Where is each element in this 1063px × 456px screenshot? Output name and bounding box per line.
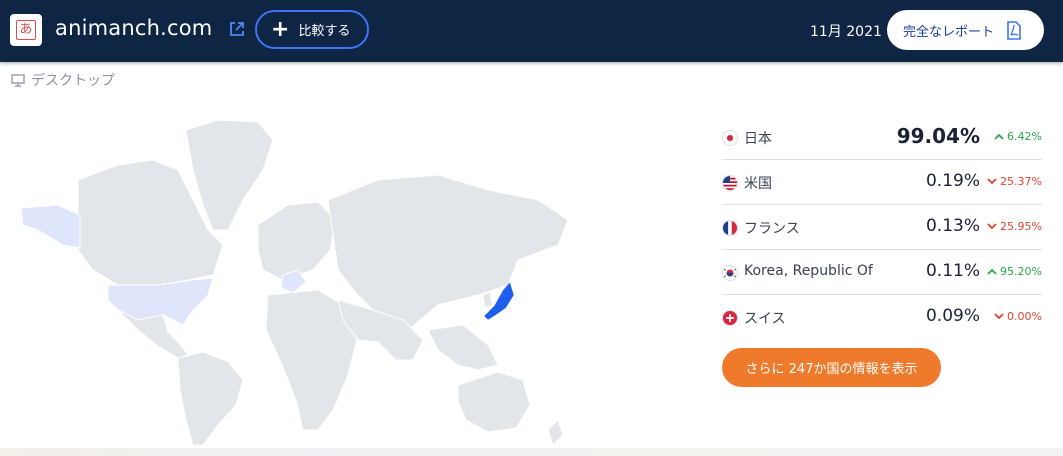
arrow-up-icon <box>987 268 997 275</box>
country-name: 日本 <box>744 131 772 147</box>
arrow-down-icon <box>987 223 997 230</box>
country-change: 25.95% <box>987 220 1042 233</box>
map-korea <box>482 291 493 309</box>
plus-icon: + <box>271 16 290 42</box>
us-flag-icon <box>722 175 738 191</box>
bottom-strip <box>0 448 1063 456</box>
country-share: 0.09% <box>925 306 980 326</box>
france-flag-icon <box>722 220 738 236</box>
show-more-countries-button[interactable]: さらに 247か国の情報を表示 <box>722 348 941 387</box>
map-australia <box>457 371 531 433</box>
country-row-us[interactable]: 米国 0.19% 25.37% <box>722 160 1042 205</box>
arrow-down-icon <box>994 313 1004 320</box>
map-south-america <box>177 351 244 446</box>
map-new-zealand <box>547 419 564 446</box>
map-alaska <box>20 204 81 249</box>
device-filter: デスクトップ <box>11 70 115 90</box>
country-row-korea[interactable]: Korea, Republic Of 0.11% 95.20% <box>722 250 1042 295</box>
device-label: デスクトップ <box>31 73 115 89</box>
change-value: 6.42% <box>1007 130 1042 143</box>
country-change: 95.20% <box>987 265 1042 278</box>
favicon-glyph: あ <box>16 20 36 40</box>
change-value: 0.00% <box>1007 310 1042 323</box>
korea-flag-icon <box>722 265 738 281</box>
country-change: 6.42% <box>994 130 1042 143</box>
japan-flag-icon <box>722 130 738 146</box>
map-southeast-asia <box>427 324 499 371</box>
country-share: 99.04% <box>896 124 980 148</box>
country-change: 0.00% <box>994 310 1042 323</box>
change-value: 95.20% <box>1000 265 1042 278</box>
switzerland-flag-icon <box>722 310 738 326</box>
country-row-japan[interactable]: 日本 99.04% 6.42% <box>722 115 1042 160</box>
change-value: 25.95% <box>1000 220 1042 233</box>
world-map[interactable] <box>18 110 578 450</box>
desktop-icon <box>11 73 25 87</box>
site-favicon: あ <box>10 14 42 46</box>
compare-button[interactable]: + 比較する <box>255 10 369 49</box>
arrow-down-icon <box>987 178 997 185</box>
pdf-icon <box>1007 20 1021 40</box>
country-traffic-list: 日本 99.04% 6.42% 米国 0.19% 25.37% フランス 0.1… <box>722 115 1042 340</box>
country-name: フランス <box>744 221 800 237</box>
map-europe <box>257 201 337 281</box>
country-row-france[interactable]: フランス 0.13% 25.95% <box>722 205 1042 250</box>
external-link-icon[interactable] <box>229 21 245 37</box>
country-share: 0.13% <box>925 216 980 236</box>
country-share: 0.11% <box>925 261 980 281</box>
date-selector[interactable]: 11月 2021 <box>810 21 882 41</box>
site-domain: animanch.com <box>55 16 213 40</box>
full-report-button[interactable]: 完全なレポート <box>887 10 1044 50</box>
full-report-label: 完全なレポート <box>903 24 995 40</box>
arrow-up-icon <box>994 133 1004 140</box>
top-bar: あ animanch.com + 比較する 11月 2021 完全なレポート <box>0 0 1063 62</box>
country-change: 25.37% <box>987 175 1042 188</box>
country-row-switzerland[interactable]: スイス 0.09% 0.00% <box>722 295 1042 340</box>
country-name: 米国 <box>744 176 772 192</box>
map-russia-asia <box>327 174 569 331</box>
compare-label: 比較する <box>298 24 351 39</box>
country-name: Korea, Republic Of <box>744 263 873 279</box>
country-name: スイス <box>744 311 786 327</box>
change-value: 25.37% <box>1000 175 1042 188</box>
country-share: 0.19% <box>925 171 980 191</box>
